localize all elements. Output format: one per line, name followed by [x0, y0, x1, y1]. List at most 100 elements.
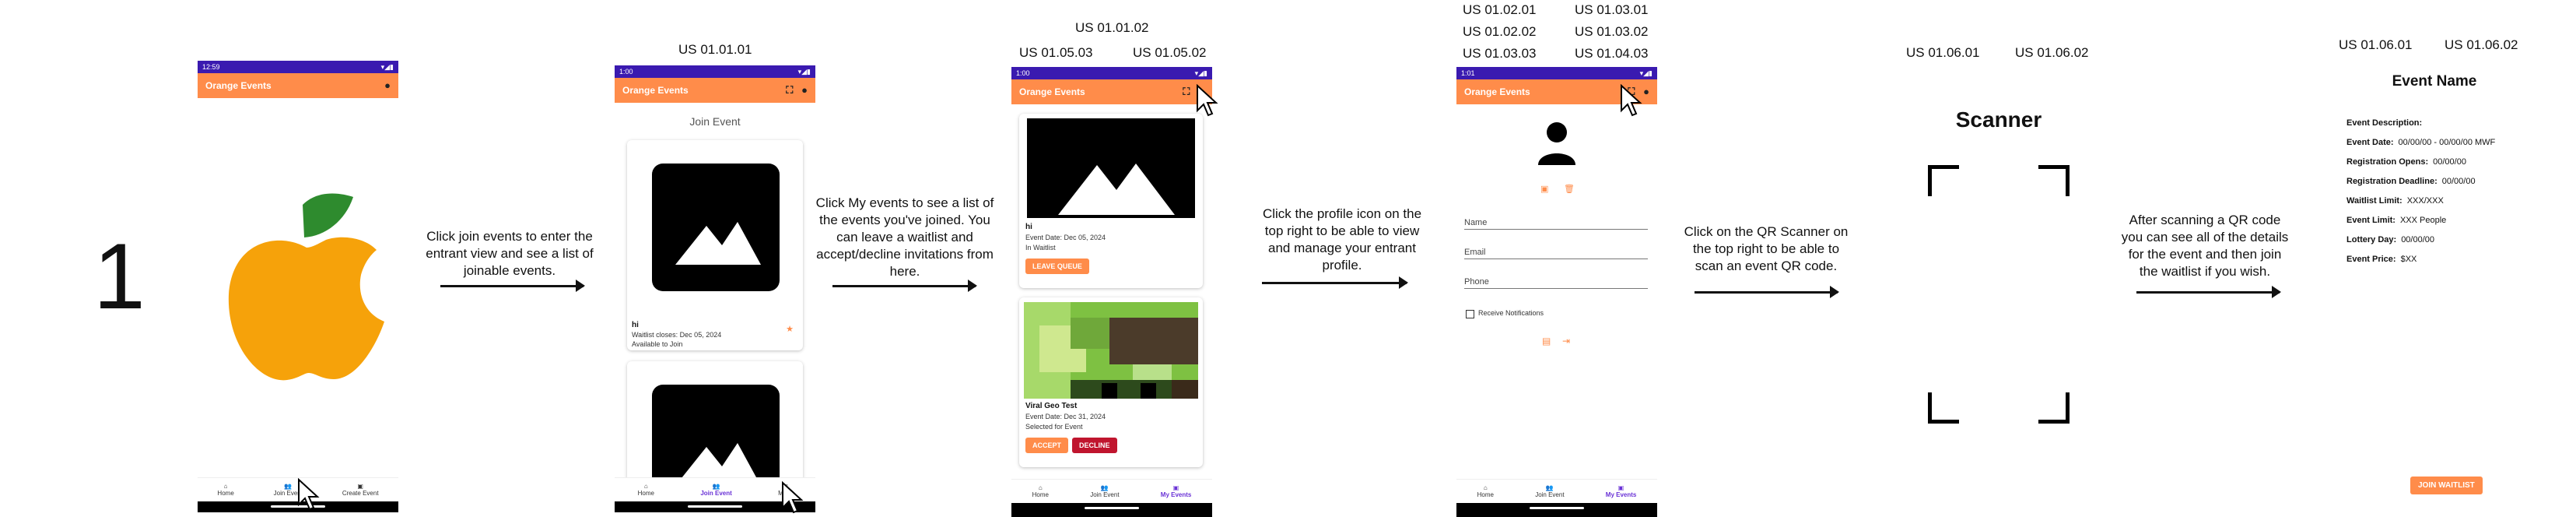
home-icon: ⌂ [223, 483, 228, 490]
app-title: Orange Events [1019, 86, 1085, 97]
story-label: US 01.01.02 [1075, 20, 1149, 35]
bottom-nav: ⌂ Home 👥 Join Event ▣ My Events [1011, 479, 1212, 503]
nav-create-event[interactable]: ▣ Create Event [342, 478, 379, 501]
logout-icon[interactable]: ⇥ [1562, 336, 1570, 346]
story-label: US 01.06.01 [2339, 37, 2413, 52]
home-screen: 12:59 ▾◢▮ Orange Events ● ⌂ Home 👥 Join Eve… [198, 61, 398, 512]
detail-row: Event Limit: XXX People [2346, 216, 2446, 225]
accept-button[interactable]: ACCEPT [1025, 438, 1069, 453]
caption-2: Click My events to see a list of the eve… [815, 195, 994, 279]
detail-label: Event Price: [2346, 255, 2396, 264]
nav-home[interactable]: ⌂ Home [1477, 480, 1494, 503]
story-label: US 01.05.03 [1019, 45, 1093, 60]
detail-value: $XX [2400, 255, 2417, 264]
profile-icon[interactable]: ● [384, 73, 391, 98]
story-label: US 01.06.02 [2445, 37, 2518, 52]
waitlist-closes: Waitlist closes: Dec 05, 2024 [632, 331, 722, 339]
status-bar: 1:00 ▾◢▮ [615, 65, 815, 78]
people-icon: 👥 [712, 483, 720, 490]
email-field[interactable]: Email [1464, 248, 1648, 259]
nav-join-event[interactable]: 👥 Join Event [700, 478, 731, 501]
scan-frame-icon[interactable] [1928, 165, 2070, 424]
nav-my-events[interactable]: ▣ My Events [1161, 480, 1192, 503]
save-icon[interactable]: ▤ [1542, 336, 1551, 346]
story-label: US 01.06.02 [2015, 45, 2089, 60]
arrow-5 [2136, 286, 2281, 298]
calendar-icon: ▣ [1617, 484, 1624, 491]
detail-row: Event Date: 00/00/00 - 00/00/00 MWF [2346, 138, 2495, 147]
profile-icon[interactable]: ● [801, 84, 808, 96]
people-icon: 👥 [1545, 484, 1554, 491]
detail-row: Lottery Day: 00/00/00 [2346, 235, 2434, 244]
people-icon: 👥 [284, 483, 293, 490]
nav-join-event[interactable]: 👥 Join Event [1090, 480, 1119, 503]
join-waitlist-button[interactable]: JOIN WAITLIST [2410, 477, 2483, 494]
detail-value: 00/00/00 - 00/00/00 MWF [2398, 138, 2496, 147]
people-icon: 👥 [1100, 484, 1109, 491]
event-date: Event Date: Dec 31, 2024 [1025, 413, 1106, 420]
notifications-label: Receive Notifications [1478, 309, 1544, 317]
cursor-icon [1621, 84, 1642, 117]
story-label: US 01.06.01 [1906, 45, 1980, 60]
event-title: Event Name [2392, 73, 2477, 90]
story-label: US 01.03.02 [1575, 24, 1649, 39]
detail-label: Lottery Day: [2346, 235, 2397, 244]
status-bar: 1:01 ▾◢▮ [1456, 67, 1657, 79]
caption-3: Click the profile icon on the top right … [1262, 206, 1422, 273]
gesture-bar [1011, 503, 1212, 517]
profile-screen: 1:01 ▾◢▮ Orange Events ⛶ ● ▣ 🗑 Name Email… [1456, 67, 1657, 517]
app-title: Orange Events [622, 85, 689, 96]
app-bar: Orange Events ⛶ ● [615, 78, 815, 103]
profile-icon[interactable]: ● [1643, 86, 1649, 97]
gesture-bar [1456, 503, 1657, 517]
map-image [1024, 302, 1198, 399]
detail-label: Registration Deadline: [2346, 177, 2438, 186]
edit-image-icon[interactable]: ▣ [1540, 184, 1548, 194]
phone-field[interactable]: Phone [1464, 277, 1648, 289]
event-card[interactable]: hi Event Date: Dec 05, 2024 In Waitlist … [1019, 114, 1203, 288]
arrow-2 [832, 280, 977, 292]
detail-row: Event Description: [2346, 118, 2427, 128]
name-field[interactable]: Name [1464, 218, 1648, 230]
app-title: Orange Events [1464, 86, 1530, 97]
delete-image-icon[interactable]: 🗑 [1564, 184, 1575, 194]
apple-logo [228, 193, 384, 381]
nav-my-events[interactable]: ▣ My Events [1606, 480, 1637, 503]
page-title: Join Event [689, 115, 741, 128]
image-placeholder-icon [1027, 118, 1195, 218]
cursor-icon [782, 481, 804, 514]
arrow-4 [1695, 286, 1839, 298]
event-card[interactable]: hi Waitlist closes: Dec 05, 2024 Availab… [627, 140, 803, 350]
star-icon[interactable]: ★ [786, 324, 794, 334]
calendar-icon: ▣ [357, 483, 363, 490]
nav-home[interactable]: ⌂ Home [1032, 480, 1049, 503]
nav-join-event[interactable]: 👥 Join Event [1535, 480, 1564, 503]
home-icon: ⌂ [643, 483, 648, 490]
qr-scanner-icon[interactable]: ⛶ [786, 84, 793, 96]
event-date: Event Date: Dec 05, 2024 [1025, 234, 1106, 241]
arrow-3 [1262, 276, 1408, 289]
event-name: Viral Geo Test [1025, 402, 1078, 410]
home-icon: ⌂ [1038, 484, 1043, 491]
notifications-checkbox[interactable] [1466, 310, 1474, 318]
event-status: In Waitlist [1025, 244, 1056, 251]
arrow-1 [440, 280, 585, 292]
detail-label: Event Date: [2346, 138, 2394, 147]
story-label: US 01.02.01 [1463, 2, 1537, 17]
event-card[interactable]: Viral Geo Test Event Date: Dec 31, 2024 … [1019, 297, 1203, 467]
availability: Available to Join [632, 340, 683, 348]
cursor-icon [1197, 84, 1218, 117]
story-label: US 01.05.02 [1133, 45, 1207, 60]
qr-scanner-icon[interactable]: ⛶ [1183, 86, 1190, 97]
nav-home[interactable]: ⌂ Home [217, 478, 233, 501]
avatar-icon [1538, 122, 1575, 165]
nav-home[interactable]: ⌂ Home [638, 478, 654, 501]
decline-button[interactable]: DECLINE [1072, 438, 1117, 453]
detail-row: Waitlist Limit: XXX/XXX [2346, 196, 2444, 206]
status-bar: 1:00 ▾◢▮ [1011, 67, 1212, 79]
bottom-nav: ⌂ Home 👥 Join Event ▣ My Events [1456, 479, 1657, 503]
event-name: hi [1025, 223, 1032, 231]
step-number: 1 [93, 224, 145, 329]
home-icon: ⌂ [1483, 484, 1488, 491]
leave-queue-button[interactable]: LEAVE QUEUE [1025, 258, 1089, 274]
